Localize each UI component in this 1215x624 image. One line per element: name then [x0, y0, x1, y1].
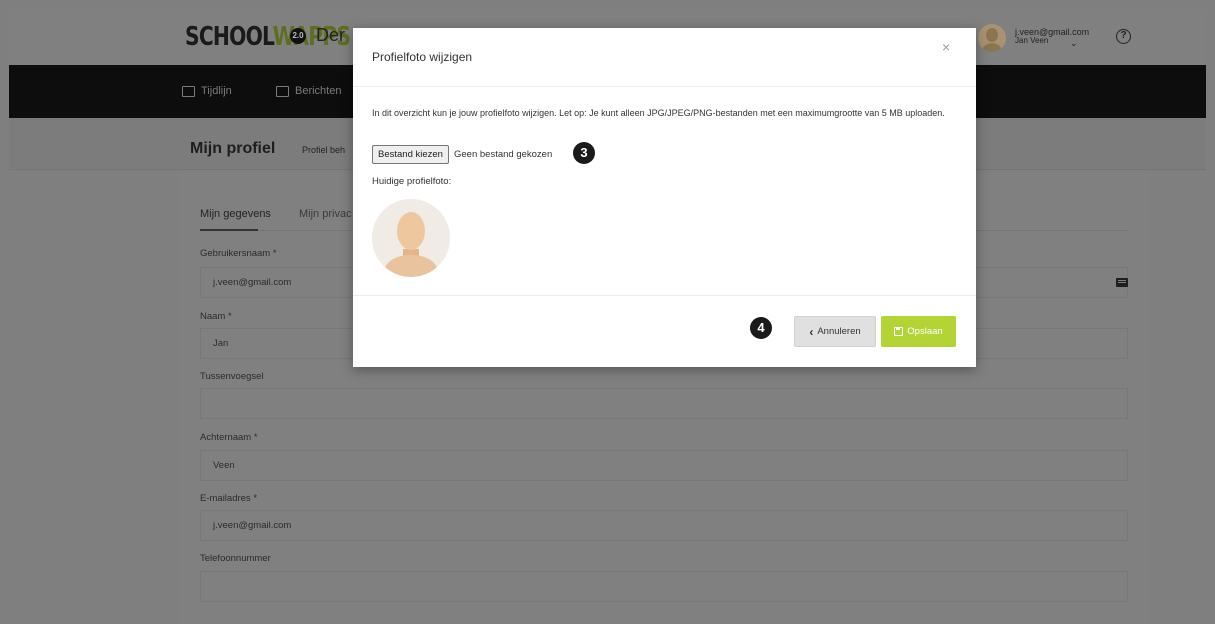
logo-version-badge: 2.0	[290, 28, 306, 44]
tab-mijn-gegevens[interactable]: Mijn gegevens	[200, 208, 271, 220]
id-card-icon	[1116, 278, 1128, 287]
page-title: Mijn profiel	[190, 140, 276, 157]
save-button-label: Opslaan	[907, 326, 943, 337]
modal-title: Profielfoto wijzigen	[372, 50, 473, 64]
field-label-emailadres: E-mailadres *	[200, 493, 258, 504]
help-icon[interactable]: ?	[1116, 29, 1131, 44]
envelope-icon	[276, 85, 289, 97]
infix-field[interactable]	[200, 388, 1128, 419]
field-label-telefoonnummer: Telefoonnummer	[200, 553, 271, 564]
logo-text-left: SCHOOL	[185, 22, 273, 52]
choose-file-button[interactable]: Bestand kiezen	[372, 145, 449, 164]
cancel-button-label: Annuleren	[817, 326, 861, 337]
step-badge-4: 4	[750, 317, 772, 339]
modal-footer-divider	[353, 295, 976, 296]
email-field[interactable]: j.veen@gmail.com	[200, 510, 1128, 541]
current-photo-label: Huidige profielfoto:	[372, 176, 452, 187]
modal-description: In dit overzicht kun je jouw profielfoto…	[372, 108, 945, 118]
change-photo-modal: Profielfoto wijzigen × In dit overzicht …	[353, 28, 976, 367]
close-icon[interactable]: ×	[942, 39, 950, 55]
sub-tab-profiel-beheren[interactable]: Profiel beh	[302, 145, 345, 155]
last-name-field[interactable]: Veen	[200, 450, 1128, 481]
cancel-button[interactable]: ‹ Annuleren	[794, 316, 876, 347]
save-button[interactable]: Opslaan	[881, 316, 956, 347]
floppy-disk-icon	[894, 327, 904, 336]
tab-mijn-privacy[interactable]: Mijn privac	[299, 208, 352, 220]
phone-field[interactable]	[200, 571, 1128, 602]
person-silhouette-icon	[372, 199, 450, 277]
calendar-icon	[182, 85, 195, 97]
field-label-naam: Naam *	[200, 311, 232, 322]
chevron-down-icon[interactable]: ⌄	[1070, 38, 1078, 49]
nav-item-tijdlijn[interactable]: Tijdlijn	[182, 85, 232, 97]
step-badge-3: 3	[573, 142, 595, 164]
file-status: Geen bestand gekozen	[454, 149, 553, 160]
nav-item-label: Berichten	[295, 85, 342, 97]
user-avatar[interactable]	[978, 24, 1006, 52]
user-name[interactable]: Jan Veen	[1015, 36, 1048, 45]
nav-item-berichten[interactable]: Berichten	[276, 85, 341, 97]
field-label-gebruikersnaam: Gebruikersnaam *	[200, 248, 277, 259]
field-label-tussenvoegsel: Tussenvoegsel	[200, 371, 264, 382]
site-name: Der	[316, 25, 346, 45]
current-profile-photo	[372, 199, 450, 277]
nav-item-label: Tijdlijn	[201, 85, 232, 97]
active-tab-indicator	[200, 229, 258, 231]
field-label-achternaam: Achternaam *	[200, 432, 258, 443]
chevron-left-icon: ‹	[809, 324, 814, 339]
